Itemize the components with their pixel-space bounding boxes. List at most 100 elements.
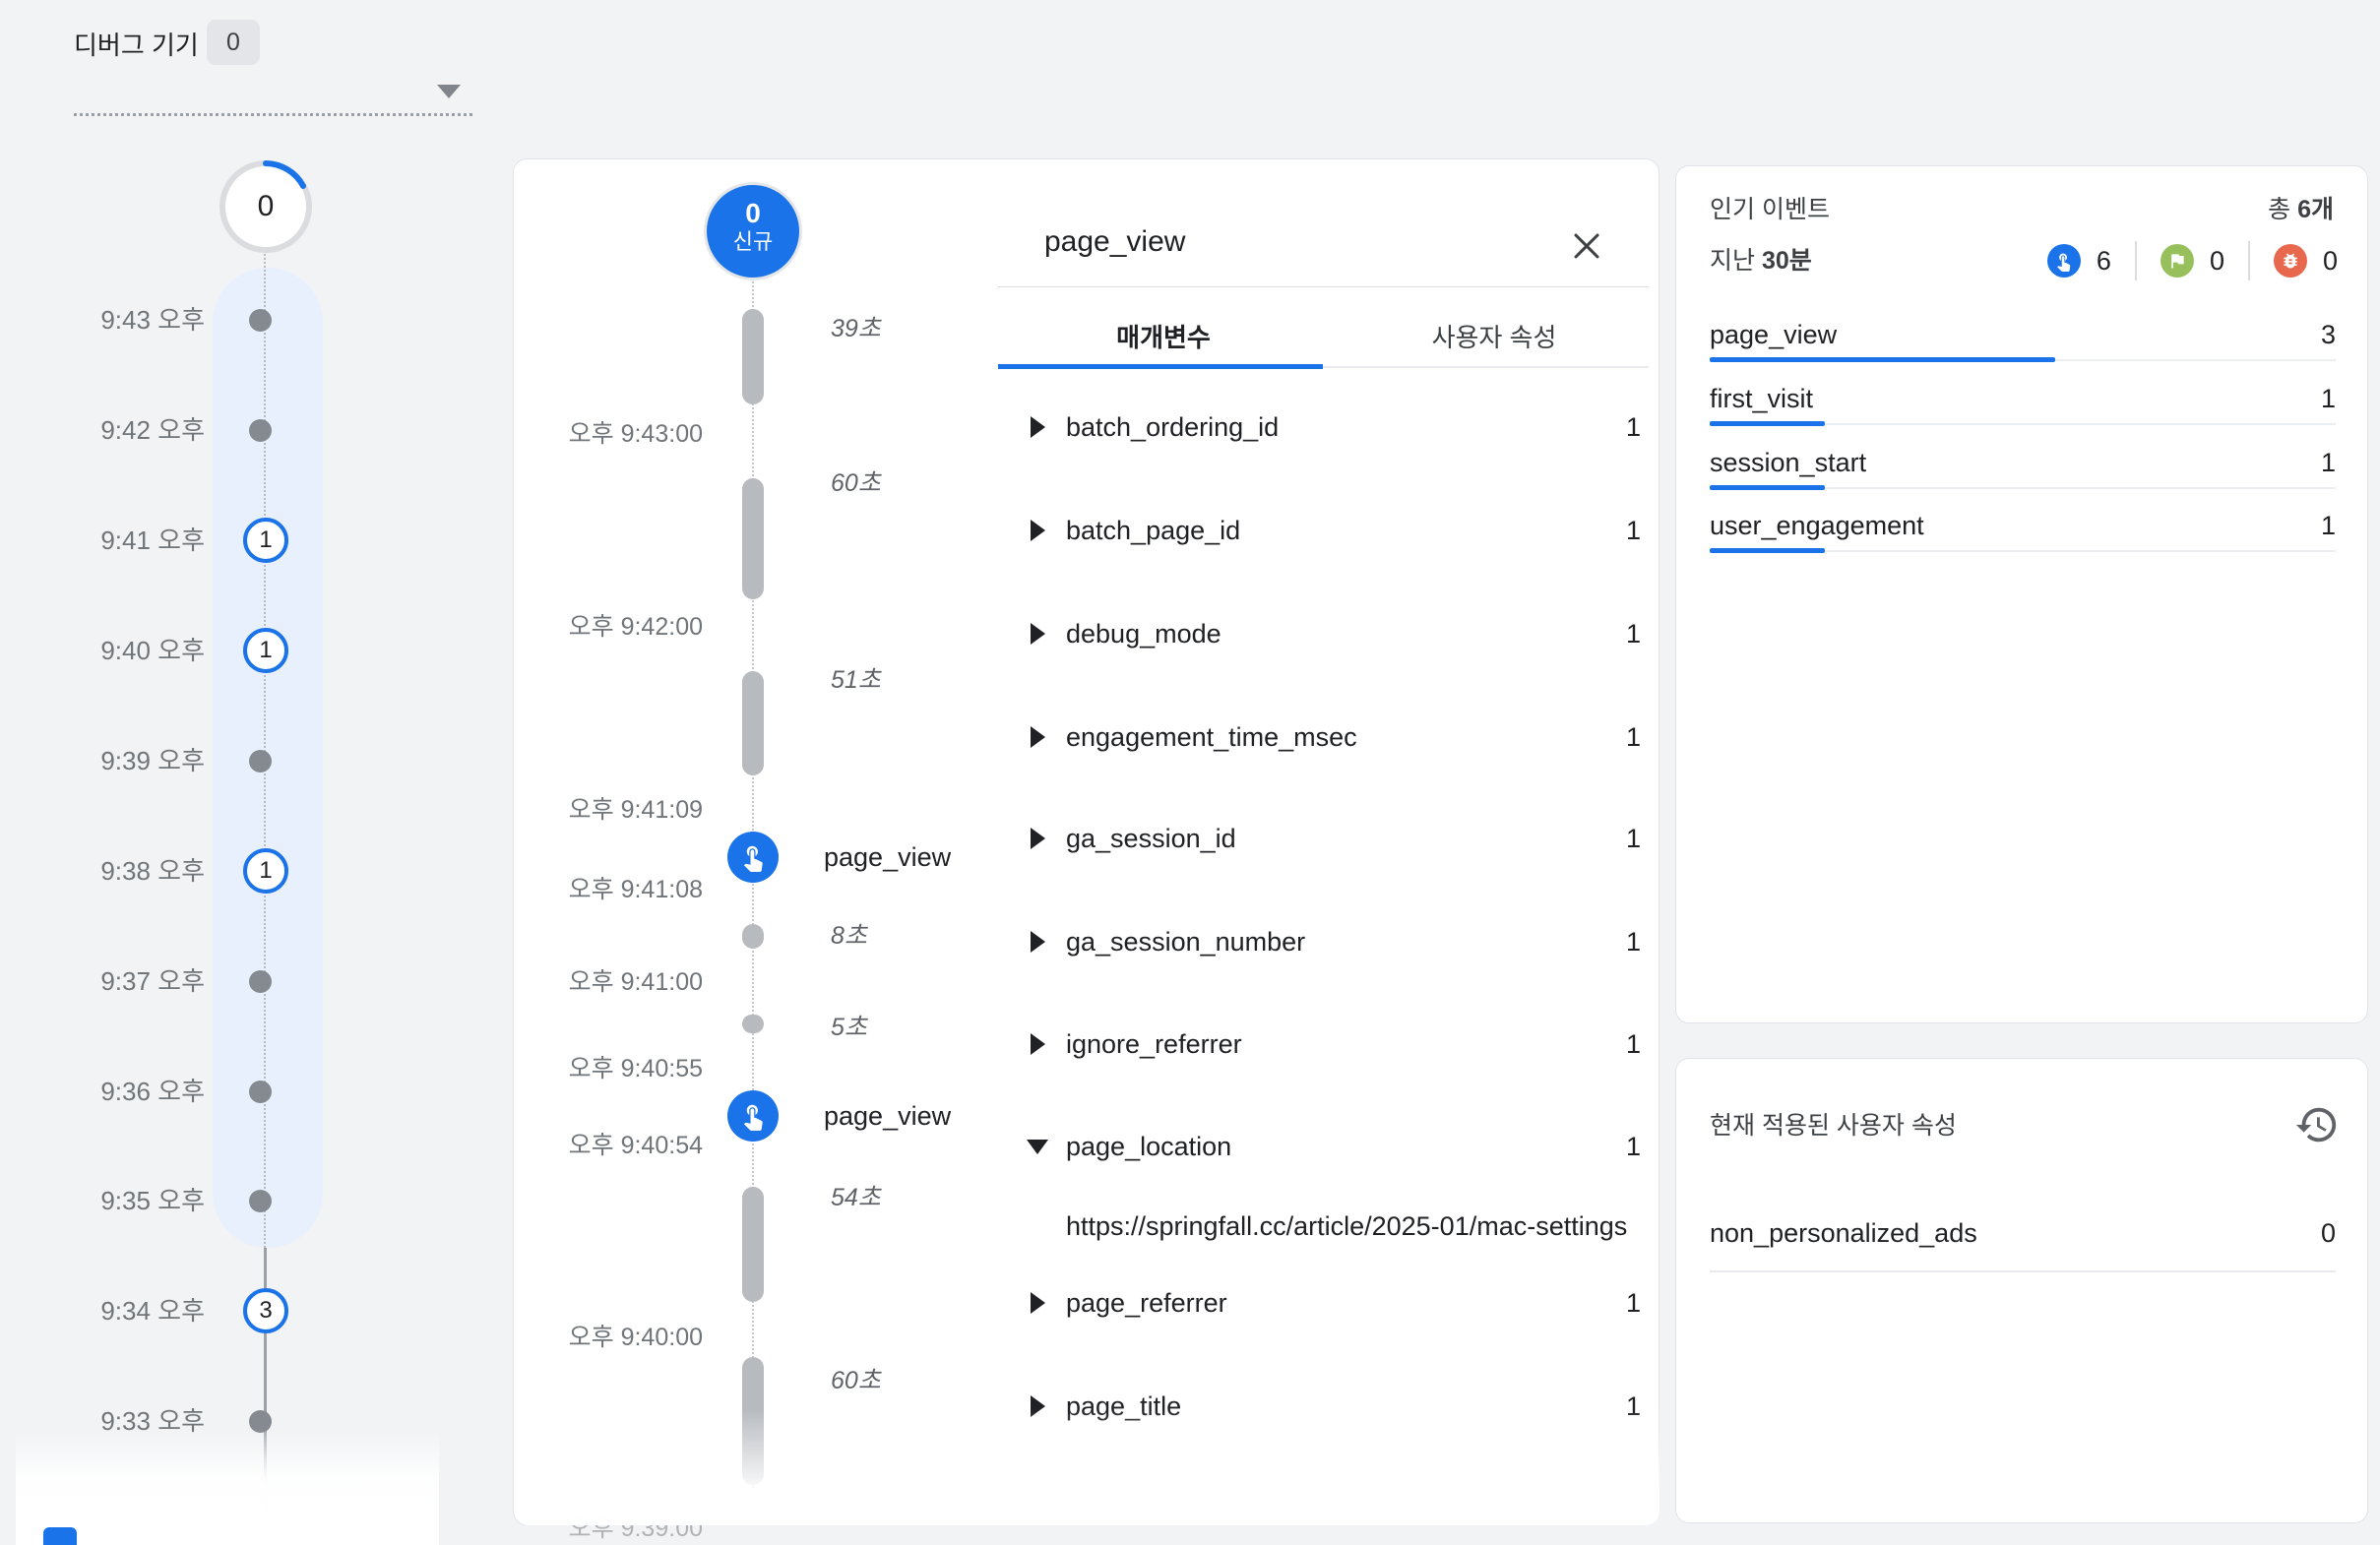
minute-label: 9:37 오후	[30, 961, 205, 1001]
stream-line	[752, 278, 754, 1488]
stream-time: 오후 9:40:54	[533, 1126, 703, 1165]
param-row[interactable]: batch_page_id 1	[1021, 511, 1651, 550]
engagement-segment	[742, 1015, 764, 1033]
property-divider	[1710, 1270, 2336, 1272]
minute-event-count-badge[interactable]: 1	[243, 628, 288, 673]
stream-event-name[interactable]: page_view	[824, 837, 951, 877]
param-row[interactable]: ga_session_id 1	[1021, 819, 1651, 858]
param-value: 1	[1626, 1024, 1641, 1064]
collapse-arrow-icon[interactable]	[1027, 1140, 1048, 1154]
popular-event-row[interactable]: page_view 3	[1710, 315, 2336, 354]
touch-event-icon[interactable]	[727, 1090, 779, 1142]
timeline-bottom-fade	[16, 1429, 439, 1545]
param-row[interactable]: batch_ordering_id 1	[1021, 407, 1651, 447]
minute-row: 9:40 오후 1	[0, 631, 335, 670]
new-events-badge[interactable]: 0 신규	[707, 185, 799, 278]
param-row-expanded[interactable]: page_location 1	[1021, 1127, 1651, 1166]
expand-arrow-icon[interactable]	[1031, 931, 1045, 953]
property-name: non_personalized_ads	[1710, 1213, 1977, 1253]
minute-dot[interactable]	[249, 750, 272, 772]
popular-events-title: 인기 이벤트	[1710, 188, 1830, 231]
touch-events-stat[interactable]: 6	[2047, 244, 2111, 278]
active-tab-indicator	[998, 364, 1323, 369]
param-name: page_referrer	[1066, 1283, 1227, 1323]
event-name: session_start	[1710, 443, 1866, 482]
minute-label: 9:43 오후	[30, 300, 205, 340]
event-count: 1	[2321, 379, 2336, 418]
chevron-down-icon[interactable]	[437, 85, 461, 98]
duration-label: 60초	[831, 1361, 881, 1400]
new-events-count: 0	[707, 198, 799, 229]
param-value: 1	[1626, 819, 1641, 858]
popular-event-row[interactable]: user_engagement 1	[1710, 506, 2336, 545]
engagement-segment	[742, 671, 764, 775]
device-selector-dropdown[interactable]	[74, 59, 472, 116]
param-value: 1	[1626, 1127, 1641, 1166]
popular-events-card: 인기 이벤트 총 6개 지난 30분 6 0	[1675, 165, 2368, 1023]
param-child-value: https://springfall.cc/article/2025-01/ma…	[1066, 1206, 1647, 1246]
minute-row: 9:35 오후	[0, 1181, 335, 1220]
minute-dot[interactable]	[249, 419, 272, 442]
minute-event-count-badge[interactable]: 1	[243, 848, 288, 894]
error-events-count: 0	[2323, 246, 2338, 277]
minute-dot[interactable]	[249, 1190, 272, 1212]
minute-label: 9:42 오후	[30, 410, 205, 450]
expand-arrow-icon[interactable]	[1031, 828, 1045, 849]
stat-divider	[2135, 241, 2137, 280]
bug-icon	[2274, 244, 2307, 278]
touch-event-icon	[2047, 244, 2081, 278]
close-icon[interactable]	[1569, 228, 1604, 264]
minute-dot[interactable]	[249, 1081, 272, 1103]
popular-event-row[interactable]: session_start 1	[1710, 443, 2336, 482]
minute-event-count-badge[interactable]: 3	[243, 1288, 288, 1333]
event-bar-fill	[1710, 548, 1825, 553]
new-events-label: 신규	[707, 229, 799, 255]
event-stream-card: 0 신규 39초 60초 51초 8초 5초 54초 60초 오후 9:43:0…	[513, 158, 1660, 1525]
param-row[interactable]: ignore_referrer 1	[1021, 1024, 1651, 1064]
user-property-row[interactable]: non_personalized_ads 0	[1710, 1213, 2336, 1253]
param-value: 1	[1626, 922, 1641, 961]
corner-accent	[43, 1527, 77, 1545]
expand-arrow-icon[interactable]	[1031, 623, 1045, 645]
stream-event-name[interactable]: page_view	[824, 1096, 951, 1136]
event-count: 1	[2321, 443, 2336, 482]
minute-label: 9:35 오후	[30, 1181, 205, 1220]
key-events-stat[interactable]: 0	[2161, 244, 2224, 278]
expand-arrow-icon[interactable]	[1031, 726, 1045, 748]
event-count: 3	[2321, 315, 2336, 354]
error-events-stat[interactable]: 0	[2274, 244, 2338, 278]
duration-label: 54초	[831, 1178, 881, 1217]
popular-events-total: 총 6개	[2268, 188, 2334, 231]
param-row[interactable]: page_referrer 1	[1021, 1283, 1651, 1323]
touch-events-count: 6	[2097, 246, 2111, 277]
param-row[interactable]: debug_mode 1	[1021, 614, 1651, 653]
engagement-segment	[742, 309, 764, 404]
touch-event-icon[interactable]	[727, 832, 779, 883]
engagement-segment	[742, 924, 764, 949]
minute-row: 9:38 오후 1	[0, 851, 335, 891]
event-type-stats: 6 0 0	[2047, 235, 2338, 286]
minute-event-count-badge[interactable]: 1	[243, 518, 288, 563]
tab-user-properties[interactable]: 사용자 속성	[1329, 315, 1660, 360]
expand-arrow-icon[interactable]	[1031, 1292, 1045, 1314]
param-row[interactable]: ga_session_number 1	[1021, 922, 1651, 961]
event-bar-fill	[1710, 421, 1825, 426]
history-icon[interactable]	[2294, 1102, 2340, 1147]
minute-dot[interactable]	[249, 970, 272, 993]
popular-event-row[interactable]: first_visit 1	[1710, 379, 2336, 418]
param-name: debug_mode	[1066, 614, 1221, 653]
tab-parameters[interactable]: 매개변수	[998, 315, 1329, 360]
minute-row: 9:39 오후	[0, 741, 335, 780]
param-row[interactable]: engagement_time_msec 1	[1021, 717, 1651, 757]
expand-arrow-icon[interactable]	[1031, 1033, 1045, 1055]
stream-time: 오후 9:42:00	[533, 607, 703, 647]
event-name: page_view	[1710, 315, 1837, 354]
expand-arrow-icon[interactable]	[1031, 416, 1045, 438]
window-value: 30분	[1762, 247, 1812, 275]
duration-label: 5초	[831, 1008, 867, 1047]
param-name: ga_session_number	[1066, 922, 1305, 961]
minute-label: 9:38 오후	[30, 851, 205, 891]
minute-dot[interactable]	[249, 309, 272, 332]
expand-arrow-icon[interactable]	[1031, 520, 1045, 541]
param-name: engagement_time_msec	[1066, 717, 1357, 757]
